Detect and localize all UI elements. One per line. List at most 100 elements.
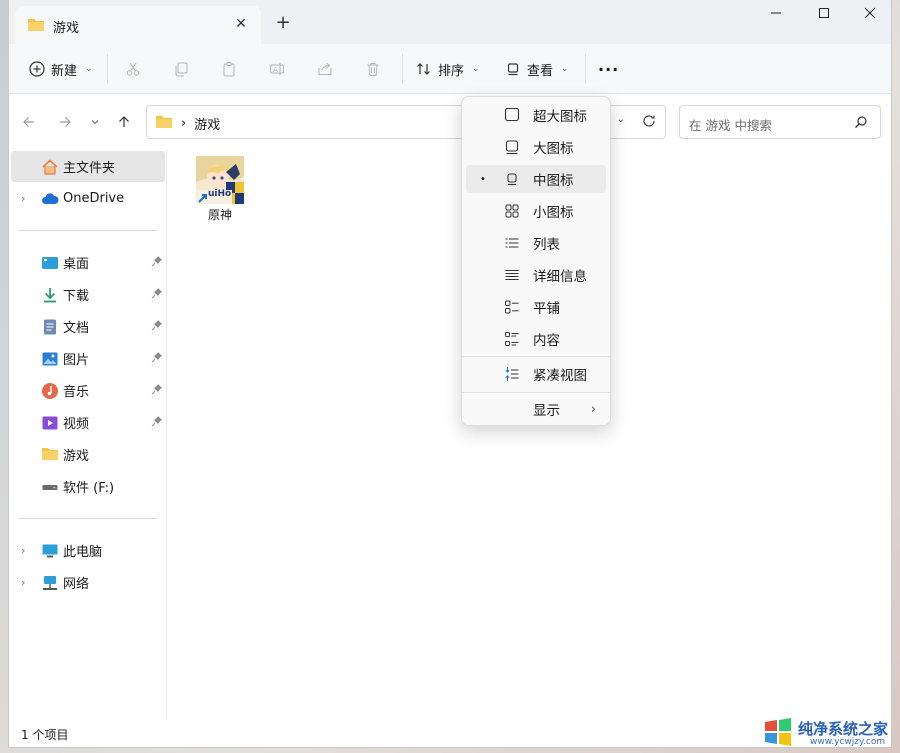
- drive-icon: [41, 478, 59, 496]
- sidebar-item-pictures[interactable]: 图片: [11, 343, 165, 374]
- menu-item-details[interactable]: 详细信息: [466, 261, 606, 289]
- command-bar: 新建 ⌄ A 排序 ⌄ 查看 ⌄ ···: [9, 44, 891, 94]
- menu-item-extra-large-icons[interactable]: 超大图标: [466, 101, 606, 129]
- search-input[interactable]: 在 游戏 中搜索: [679, 105, 881, 139]
- chevron-down-icon: ⌄: [85, 64, 93, 74]
- sidebar-item-label: 图片: [63, 353, 90, 368]
- view-dropdown-menu: 超大图标 大图标 • 中图标 小图标 列表 详细信息 平铺 内容 紧凑视图 显示…: [461, 96, 611, 426]
- sidebar-item-home[interactable]: 主文件夹: [11, 151, 165, 182]
- sort-button[interactable]: 排序 ⌄: [416, 56, 480, 82]
- chevron-down-icon: [91, 120, 99, 125]
- medium-icons-icon: [504, 171, 520, 187]
- content-icon: [504, 331, 520, 347]
- sort-button-label: 排序: [438, 63, 465, 79]
- breadcrumb-separator[interactable]: ›: [181, 116, 186, 131]
- share-icon[interactable]: [313, 57, 337, 81]
- sidebar-item-network[interactable]: › 网络: [11, 567, 165, 598]
- sidebar-item-label: 游戏: [63, 449, 90, 464]
- chevron-right-icon[interactable]: ›: [21, 544, 25, 557]
- sidebar-item-desktop[interactable]: 桌面: [11, 247, 165, 278]
- folder-icon: [27, 17, 45, 36]
- home-icon: [41, 158, 59, 176]
- copy-icon[interactable]: [169, 57, 193, 81]
- cloud-icon: [41, 190, 59, 208]
- status-item-count: 1 个项目: [21, 728, 69, 742]
- refresh-icon[interactable]: [641, 113, 657, 133]
- download-icon: [41, 286, 59, 304]
- sidebar-item-label: 网络: [63, 577, 90, 592]
- back-button[interactable]: [17, 110, 41, 134]
- tab-current[interactable]: 游戏 ✕: [15, 6, 261, 44]
- pin-icon[interactable]: [151, 319, 163, 335]
- minimize-button[interactable]: [753, 0, 799, 30]
- paste-icon[interactable]: [217, 57, 241, 81]
- sidebar-item-label: 桌面: [63, 257, 90, 272]
- menu-item-label: 详细信息: [533, 269, 587, 285]
- menu-item-list[interactable]: 列表: [466, 229, 606, 257]
- svg-text:A: A: [273, 66, 278, 74]
- address-row: › 游戏 ⌄ 在 游戏 中搜索: [9, 94, 891, 150]
- up-button[interactable]: [112, 110, 136, 134]
- close-button[interactable]: [847, 0, 891, 30]
- chevron-right-icon[interactable]: ›: [21, 192, 25, 205]
- sidebar-divider: [19, 518, 156, 519]
- arrow-up-icon: [119, 116, 129, 127]
- watermark-logo-icon: [762, 716, 794, 752]
- pin-icon[interactable]: [151, 351, 163, 367]
- cut-icon[interactable]: [121, 57, 145, 81]
- new-tab-button[interactable]: +: [273, 14, 293, 34]
- pin-icon[interactable]: [151, 287, 163, 303]
- menu-item-small-icons[interactable]: 小图标: [466, 197, 606, 225]
- pin-icon[interactable]: [151, 383, 163, 399]
- sidebar-item-this-pc[interactable]: › 此电脑: [11, 535, 165, 566]
- sidebar-item-videos[interactable]: 视频: [11, 407, 165, 438]
- sidebar-item-label: OneDrive: [63, 191, 125, 206]
- sidebar-item-downloads[interactable]: 下载: [11, 279, 165, 310]
- menu-item-label: 超大图标: [533, 109, 587, 125]
- toolbar-divider: [585, 54, 586, 84]
- tab-title: 游戏: [53, 21, 80, 36]
- sidebar-item-games[interactable]: 游戏: [11, 439, 165, 470]
- menu-item-compact-view[interactable]: 紧凑视图: [466, 360, 606, 388]
- forward-button[interactable]: [53, 110, 77, 134]
- sidebar-item-music[interactable]: 音乐: [11, 375, 165, 406]
- view-button[interactable]: 查看 ⌄: [505, 56, 569, 82]
- new-button[interactable]: 新建 ⌄: [29, 56, 93, 82]
- sidebar-item-documents[interactable]: 文档: [11, 311, 165, 342]
- sidebar-item-label: 此电脑: [63, 545, 103, 560]
- sidebar-item-drive-f[interactable]: 软件 (F:): [11, 471, 165, 502]
- rename-icon[interactable]: A: [265, 57, 289, 81]
- tab-close-button[interactable]: ✕: [231, 14, 251, 34]
- view-button-label: 查看: [527, 63, 554, 79]
- chevron-down-icon: ⌄: [561, 64, 569, 74]
- chevron-right-icon[interactable]: ›: [21, 576, 25, 589]
- chevron-right-icon: ›: [590, 401, 596, 417]
- menu-item-content[interactable]: 内容: [466, 325, 606, 353]
- recent-locations-button[interactable]: [83, 110, 107, 134]
- menu-divider: [462, 392, 610, 393]
- pin-icon[interactable]: [151, 255, 163, 271]
- details-icon: [504, 267, 520, 283]
- document-icon: [41, 318, 59, 336]
- address-history-icon[interactable]: ⌄: [617, 114, 625, 125]
- menu-item-label: 显示: [533, 403, 560, 419]
- menu-item-medium-icons[interactable]: • 中图标: [466, 165, 606, 193]
- more-options-button[interactable]: ···: [598, 56, 619, 82]
- computer-icon: [41, 542, 59, 560]
- menu-item-tiles[interactable]: 平铺: [466, 293, 606, 321]
- breadcrumb-current[interactable]: 游戏: [194, 114, 220, 133]
- compact-view-icon: [504, 366, 520, 382]
- sidebar-item-label: 文档: [63, 321, 90, 336]
- sidebar-item-onedrive[interactable]: › OneDrive: [11, 183, 165, 214]
- menu-item-label: 平铺: [533, 301, 560, 317]
- file-item[interactable]: uiHo 原神: [192, 156, 248, 223]
- sidebar-item-label: 视频: [63, 417, 90, 432]
- view-icon: [507, 63, 519, 76]
- maximize-button[interactable]: [801, 0, 847, 30]
- menu-item-large-icons[interactable]: 大图标: [466, 133, 606, 161]
- folder-icon: [155, 114, 173, 133]
- delete-icon[interactable]: [361, 57, 385, 81]
- pin-icon[interactable]: [151, 415, 163, 431]
- toolbar-divider: [107, 54, 108, 84]
- menu-item-show[interactable]: 显示 ›: [466, 395, 606, 423]
